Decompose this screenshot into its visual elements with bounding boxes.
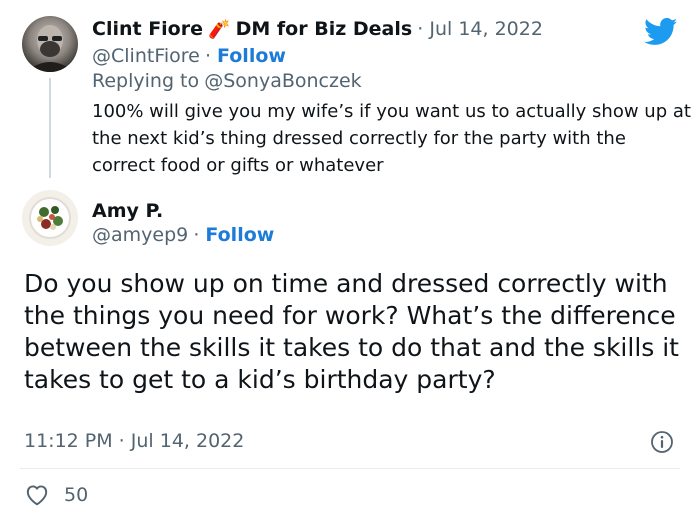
- replying-to: Replying to @SonyaBonczek: [92, 70, 362, 92]
- author-name[interactable]: Clint Fiore: [92, 18, 203, 40]
- replying-label: Replying to: [92, 70, 200, 92]
- follow-button[interactable]: Follow: [217, 45, 286, 67]
- tweet1-handle-row: @ClintFiore · Follow: [92, 45, 286, 67]
- tweet1-header: Clint Fiore 🧨 DM for Biz Deals · Jul 14,…: [92, 18, 543, 40]
- tweet2-handle-row: @amyep9 · Follow: [92, 224, 275, 246]
- divider: [20, 468, 680, 469]
- info-icon[interactable]: [650, 430, 674, 458]
- tweet2-header: Amy P.: [92, 200, 163, 222]
- thread-line: [49, 78, 51, 178]
- firecracker-icon: 🧨: [208, 19, 231, 40]
- avatar-clint-fiore[interactable]: [22, 16, 78, 72]
- author-handle[interactable]: @ClintFiore: [92, 45, 200, 67]
- author-handle[interactable]: @amyep9: [92, 224, 188, 246]
- like-count[interactable]: 50: [64, 484, 88, 506]
- twitter-bird-icon[interactable]: [644, 18, 678, 50]
- tweet-timestamp[interactable]: 11:12 PM · Jul 14, 2022: [24, 430, 244, 452]
- author-name-suffix[interactable]: DM for Biz Deals: [236, 18, 413, 40]
- tweet-date[interactable]: Jul 14, 2022: [429, 18, 543, 40]
- avatar-amy-p[interactable]: [22, 190, 78, 246]
- heart-icon[interactable]: [24, 482, 50, 510]
- tweet1-text: 100% will give you my wife’s if you want…: [92, 101, 691, 176]
- replying-handle[interactable]: @SonyaBonczek: [204, 70, 361, 92]
- author-name[interactable]: Amy P.: [92, 200, 163, 222]
- follow-button[interactable]: Follow: [205, 224, 274, 246]
- tweet2-text: Do you show up on time and dressed corre…: [24, 269, 679, 394]
